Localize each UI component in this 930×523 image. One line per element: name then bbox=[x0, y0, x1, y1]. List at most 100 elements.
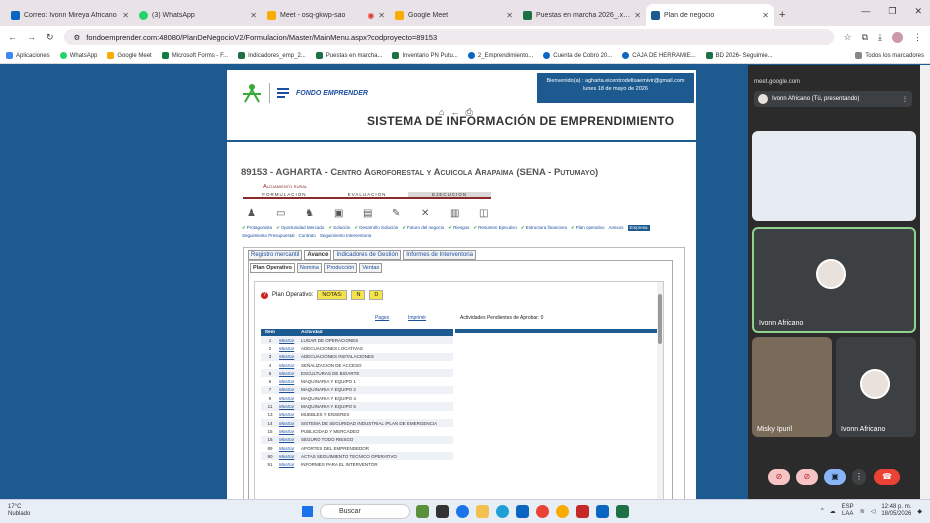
close-icon[interactable]: ✕ bbox=[122, 11, 129, 20]
minimize-icon[interactable]: — bbox=[861, 6, 870, 17]
restore-icon[interactable]: ❐ bbox=[888, 6, 896, 17]
folder-icon[interactable]: ◫ bbox=[479, 208, 490, 219]
search-box[interactable]: Buscar bbox=[320, 504, 410, 519]
tab-plan-operativo[interactable]: Plan Operativo bbox=[250, 263, 295, 273]
camera-off-button[interactable]: ⊘ bbox=[796, 469, 818, 485]
tab-informes[interactable]: Informes de Interventoria bbox=[403, 250, 476, 260]
url-input[interactable]: ⚙ fondoemprender.com:48080/PlanDeNegocioV… bbox=[63, 29, 834, 45]
factory-icon[interactable]: ▤ bbox=[363, 208, 374, 219]
bookmark-whatsapp[interactable]: WhatsApp bbox=[59, 52, 97, 59]
leave-call-button[interactable]: ☎ bbox=[874, 469, 900, 485]
chart-icon[interactable]: ▥ bbox=[450, 208, 461, 219]
tab-whatsapp[interactable]: (3) WhatsApp ✕ bbox=[134, 4, 262, 26]
mostrar-link[interactable]: Mostrar bbox=[279, 338, 301, 343]
mostrar-link[interactable]: Mostrar bbox=[279, 346, 301, 351]
link-seguimiento-interventoria[interactable]: Seguimiento Interventoria bbox=[320, 233, 371, 238]
clock[interactable]: 12:48 p. m. 18/05/2026 bbox=[881, 504, 911, 518]
close-icon[interactable]: ✕ bbox=[250, 11, 257, 20]
widgets-icon[interactable] bbox=[416, 505, 429, 518]
link-contrato[interactable]: Contrato bbox=[299, 233, 316, 238]
link-solucion[interactable]: Solución bbox=[328, 225, 350, 231]
new-tab-button[interactable]: + bbox=[774, 4, 794, 26]
mostrar-link[interactable]: Mostrar bbox=[279, 462, 301, 467]
more-icon[interactable]: ⋮ bbox=[902, 96, 908, 103]
bookmark-emprendimiento[interactable]: 2_Emprendimiento... bbox=[467, 52, 533, 59]
link-resumen[interactable]: Resumen Ejecutivo bbox=[473, 225, 517, 231]
mostrar-link[interactable]: Mostrar bbox=[279, 454, 301, 459]
page-scrollbar[interactable] bbox=[920, 65, 930, 499]
print-link[interactable]: Imprimir bbox=[408, 315, 426, 321]
link-riesgos[interactable]: Riesgos bbox=[448, 225, 469, 231]
tab-registro[interactable]: Registro mercantil bbox=[248, 250, 303, 260]
bookmark-apps[interactable]: Aplicaciones bbox=[6, 52, 50, 59]
tab-ventas[interactable]: Ventas bbox=[359, 263, 383, 273]
language[interactable]: ESP LAA bbox=[842, 504, 854, 518]
reload-icon[interactable]: ↻ bbox=[46, 32, 54, 43]
close-icon[interactable]: ✕ bbox=[506, 11, 513, 20]
chrome-alt-icon[interactable] bbox=[556, 505, 569, 518]
award-icon[interactable]: ♞ bbox=[305, 208, 316, 219]
cloud-icon[interactable]: ☁ bbox=[830, 508, 836, 515]
bookmark-forms[interactable]: Microsoft Forms - F... bbox=[161, 52, 228, 59]
hp-icon[interactable] bbox=[456, 505, 469, 518]
profile-avatar[interactable] bbox=[892, 31, 903, 43]
mic-off-button[interactable]: ⊘ bbox=[768, 469, 790, 485]
volume-icon[interactable]: ◁ bbox=[871, 508, 876, 515]
tab-google-meet[interactable]: Google Meet ✕ bbox=[390, 4, 518, 26]
notas-n-button[interactable]: N bbox=[351, 290, 366, 300]
link-anexos[interactable]: Anexos bbox=[609, 225, 624, 231]
mostrar-link[interactable]: Mostrar bbox=[279, 396, 301, 401]
tab-excel[interactable]: Puestas en marcha 2026_.xlsx ✕ bbox=[518, 4, 646, 26]
link-empresa[interactable]: Empresa bbox=[627, 225, 650, 231]
team-icon[interactable]: ♟ bbox=[247, 208, 258, 219]
calendar-icon[interactable]: ▣ bbox=[334, 208, 345, 219]
wifi-icon[interactable]: ≋ bbox=[860, 508, 865, 515]
tab-produccion[interactable]: Producción bbox=[323, 263, 358, 273]
edit-icon[interactable]: ✎ bbox=[392, 208, 403, 219]
link-protagonista[interactable]: Protagonista bbox=[242, 225, 272, 231]
bookmark-meet[interactable]: Google Meet bbox=[107, 52, 152, 59]
notification-icon[interactable]: ◆ bbox=[917, 508, 922, 515]
tab-correo[interactable]: Correo: Ivonn Mireya Africano ✕ bbox=[6, 4, 134, 26]
bookmark-caja[interactable]: CAJA DE HERRAMIE... bbox=[622, 52, 696, 59]
extensions-icon[interactable]: ⧉ bbox=[862, 32, 868, 43]
excel-icon[interactable] bbox=[616, 505, 629, 518]
explorer-icon[interactable] bbox=[476, 505, 489, 518]
close-icon[interactable]: ✕ bbox=[634, 11, 641, 20]
mostrar-link[interactable]: Mostrar bbox=[279, 404, 301, 409]
bookmark-bd[interactable]: BD 2026- Seguimie... bbox=[705, 52, 773, 59]
outlook-icon[interactable] bbox=[596, 505, 609, 518]
edge-icon[interactable] bbox=[496, 505, 509, 518]
tab-meet[interactable]: Meet - osq-gkwp-sao ◉ ✕ bbox=[262, 4, 390, 26]
tab-indicadores[interactable]: Indicadores de Gestión bbox=[333, 250, 402, 260]
mostrar-link[interactable]: Mostrar bbox=[279, 363, 301, 368]
forward-icon[interactable]: → bbox=[27, 32, 36, 42]
tab-plan-negocio[interactable]: Plan de negocio ✕ bbox=[646, 4, 774, 26]
store-icon[interactable] bbox=[516, 505, 529, 518]
close-icon[interactable]: ✕ bbox=[378, 11, 385, 20]
tab-nomina[interactable]: Nomina bbox=[296, 263, 322, 273]
link-plan-operativo[interactable]: Plan operativo bbox=[571, 225, 605, 231]
mcafee-icon[interactable] bbox=[576, 505, 589, 518]
mostrar-link[interactable]: Mostrar bbox=[279, 379, 301, 384]
star-icon[interactable]: ☆ bbox=[844, 32, 852, 43]
close-window-icon[interactable]: ✕ bbox=[914, 6, 922, 17]
bookmark-cuenta[interactable]: Cuenta de Cobro 20... bbox=[543, 52, 612, 59]
more-options-button[interactable]: ⋮ bbox=[852, 469, 866, 485]
taskview-icon[interactable] bbox=[436, 505, 449, 518]
bookmark-inventario[interactable]: Inventario PN Putu... bbox=[392, 52, 458, 59]
link-seguimiento-presupuestal[interactable]: Seguimiento Presupuestal bbox=[242, 233, 295, 238]
notas-d-button[interactable]: D bbox=[369, 290, 384, 300]
close-icon[interactable]: ✕ bbox=[762, 11, 769, 20]
mostrar-link[interactable]: Mostrar bbox=[279, 387, 301, 392]
weather-widget[interactable]: 17°C Nublado bbox=[8, 504, 30, 518]
link-futuro[interactable]: Futuro del negocio bbox=[402, 225, 444, 231]
mostrar-link[interactable]: Mostrar bbox=[279, 446, 301, 451]
tools-icon[interactable]: ✕ bbox=[421, 208, 432, 219]
chrome-icon[interactable] bbox=[536, 505, 549, 518]
download-icon[interactable]: ⤓ bbox=[878, 32, 882, 43]
pages-link[interactable]: Pages bbox=[375, 315, 389, 321]
scrollbar[interactable] bbox=[657, 282, 663, 500]
site-info-icon[interactable]: ⚙ bbox=[74, 33, 81, 42]
mostrar-link[interactable]: Mostrar bbox=[279, 354, 301, 359]
